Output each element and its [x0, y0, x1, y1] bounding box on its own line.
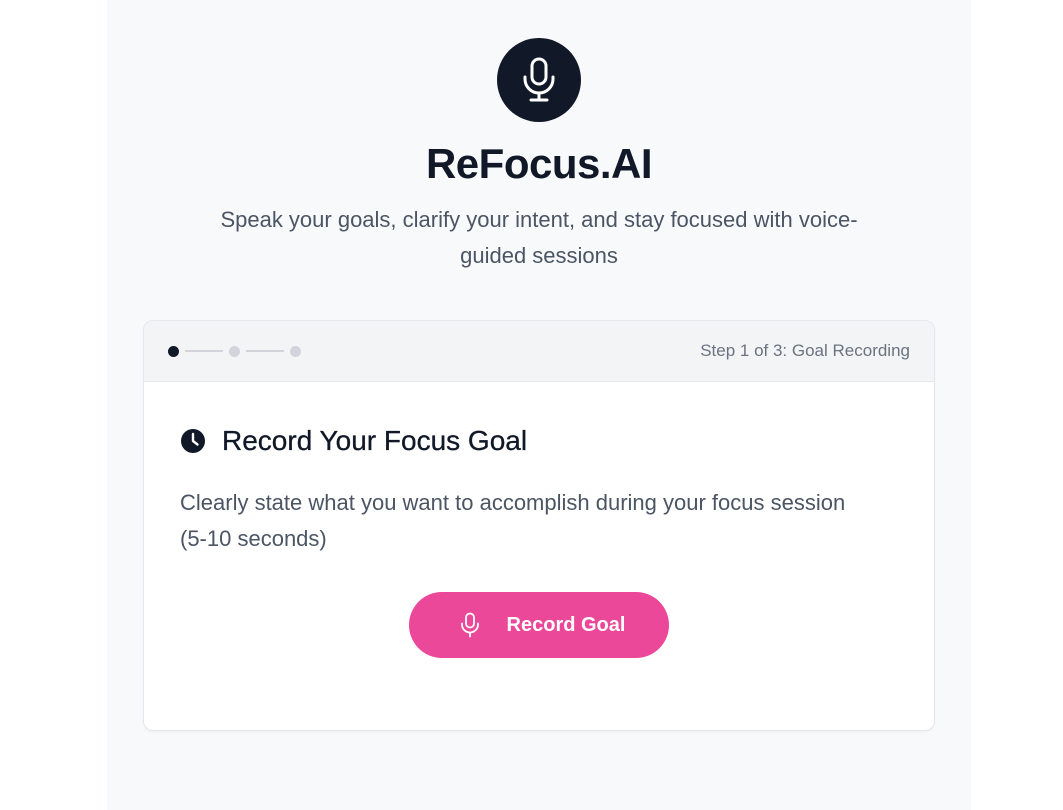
record-goal-label: Record Goal: [506, 613, 626, 636]
step-connector: [185, 350, 223, 352]
goal-recording-card: Step 1 of 3: Goal Recording Record Your …: [143, 320, 935, 731]
step-connector: [246, 350, 284, 352]
record-goal-button[interactable]: Record Goal: [409, 592, 669, 658]
app-logo: [497, 38, 581, 122]
step-dot-1: [168, 345, 179, 357]
microphone-icon: [460, 612, 479, 638]
step-dot-3: [290, 345, 301, 357]
card-title: Record Your Focus Goal: [222, 425, 528, 456]
step-dot-2: [229, 345, 240, 357]
clock-icon: [181, 429, 205, 453]
step-indicator-text: Step 1 of 3: Goal Recording: [700, 341, 910, 360]
progress-stepper: [168, 345, 301, 357]
microphone-icon: [523, 57, 555, 102]
card-description: Clearly state what you want to accomplis…: [180, 490, 846, 551]
app-tagline: Speak your goals, clarify your intent, a…: [220, 207, 858, 268]
card-title-row: Record Your Focus Goal: [180, 421, 527, 461]
card-header: Step 1 of 3: Goal Recording: [144, 321, 934, 382]
main-panel: ReFocus.AI Speak your goals, clarify you…: [107, 0, 971, 810]
app-title: ReFocus.AI: [425, 140, 653, 187]
